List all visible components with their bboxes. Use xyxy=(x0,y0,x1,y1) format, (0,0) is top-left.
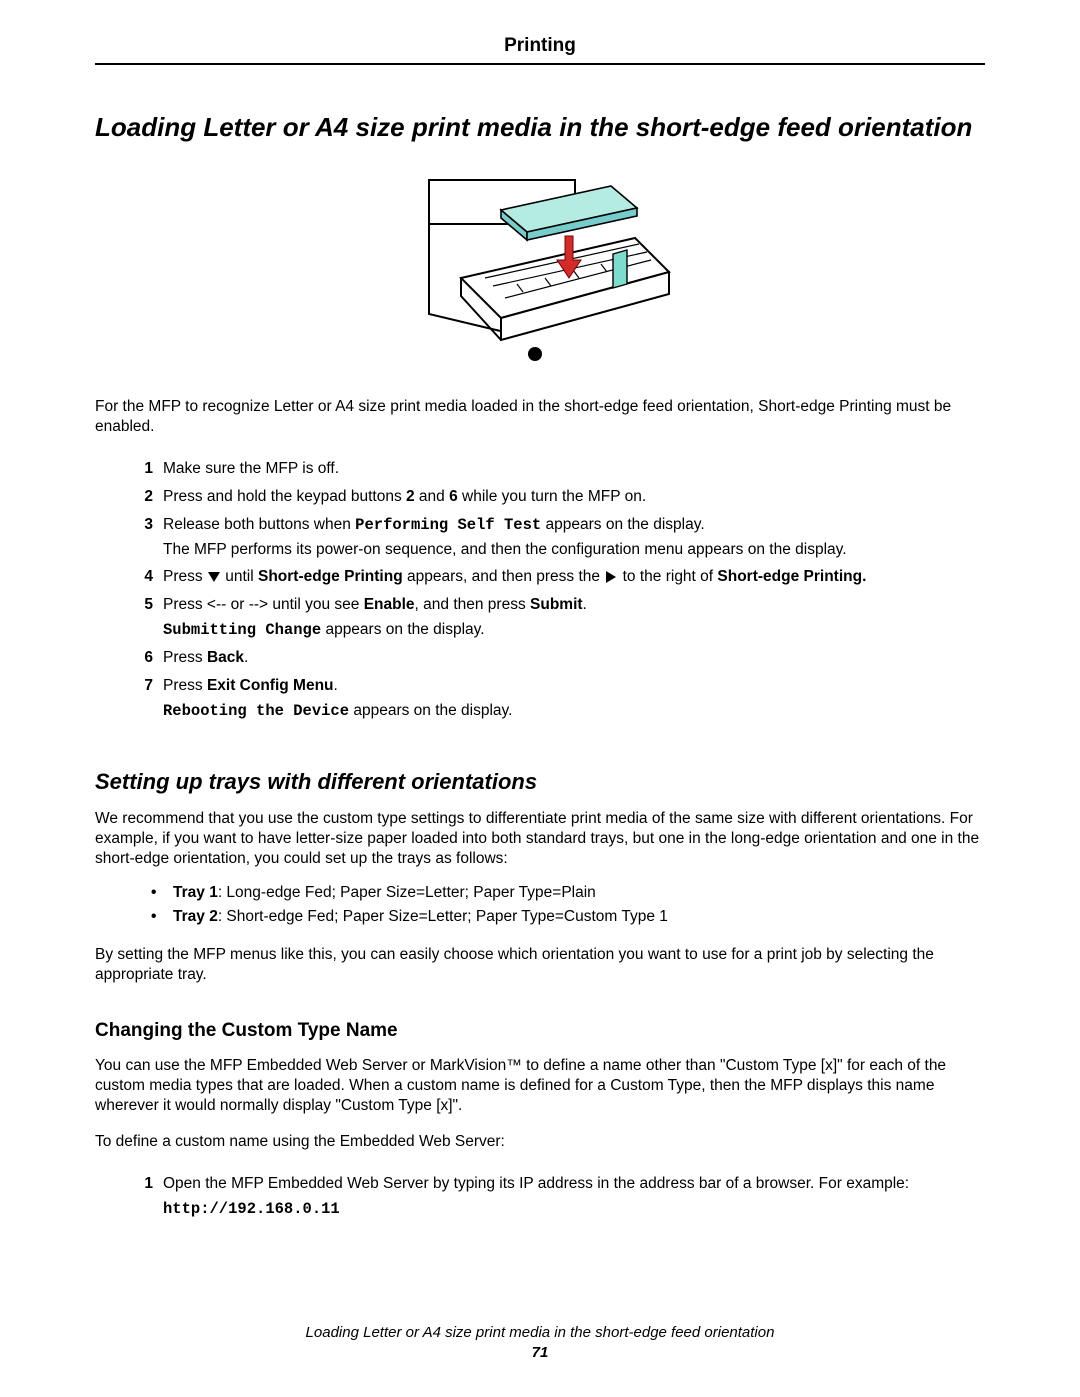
step-text: Release both buttons when Performing Sel… xyxy=(163,515,985,536)
step-1: 1 Make sure the MFP is off. xyxy=(131,459,985,480)
step-2: 2 Press and hold the keypad buttons 2 an… xyxy=(131,487,985,508)
section-heading-custom-type: Changing the Custom Type Name xyxy=(95,1020,985,1042)
procedure-steps: 1 Make sure the MFP is off. 2 Press and … xyxy=(131,459,985,729)
step-number: 7 xyxy=(131,676,153,697)
main-heading: Loading Letter or A4 size print media in… xyxy=(95,111,985,144)
step-4: 4 Press until Short-edge Printing appear… xyxy=(131,567,985,588)
step-3: 3 Release both buttons when Performing S… xyxy=(131,515,985,561)
step-subtext: The MFP performs its power-on sequence, … xyxy=(163,540,985,561)
section3-steps: 1 Open the MFP Embedded Web Server by ty… xyxy=(131,1174,985,1227)
step-text: Open the MFP Embedded Web Server by typi… xyxy=(163,1174,985,1195)
step-number: 5 xyxy=(131,595,153,616)
step-text: Press until Short-edge Printing appears,… xyxy=(163,567,985,588)
list-item: Tray 2: Short-edge Fed; Paper Size=Lette… xyxy=(151,907,985,928)
step-code: http://192.168.0.11 xyxy=(163,1199,985,1220)
page-footer: Loading Letter or A4 size print media in… xyxy=(95,1283,985,1362)
step-text: Press Back. xyxy=(163,648,985,669)
section-title: Printing xyxy=(95,35,985,63)
list-item: Tray 1: Long-edge Fed; Paper Size=Letter… xyxy=(151,883,985,904)
step-6: 6 Press Back. xyxy=(131,648,985,669)
section2-para2: By setting the MFP menus like this, you … xyxy=(95,945,985,985)
step-number: 2 xyxy=(131,487,153,508)
step-number: 6 xyxy=(131,648,153,669)
section-heading-trays: Setting up trays with different orientat… xyxy=(95,769,985,795)
down-triangle-icon xyxy=(207,570,221,584)
header-divider xyxy=(95,63,985,65)
page-number: 71 xyxy=(95,1343,985,1363)
step-text: Press <-- or --> until you see Enable, a… xyxy=(163,595,985,616)
step-text: Press Exit Config Menu. xyxy=(163,676,985,697)
tray-illustration xyxy=(405,166,675,366)
right-triangle-icon xyxy=(604,570,618,584)
step-subtext: Submitting Change appears on the display… xyxy=(163,620,985,641)
step-number: 4 xyxy=(131,567,153,588)
step-text: Press and hold the keypad buttons 2 and … xyxy=(163,487,985,508)
section3-para1: You can use the MFP Embedded Web Server … xyxy=(95,1056,985,1116)
step-7: 7 Press Exit Config Menu. Rebooting the … xyxy=(131,676,985,722)
step-5: 5 Press <-- or --> until you see Enable,… xyxy=(131,595,985,641)
illustration-container xyxy=(95,166,985,371)
step-subtext: Rebooting the Device appears on the disp… xyxy=(163,701,985,722)
tray-bullet-list: Tray 1: Long-edge Fed; Paper Size=Letter… xyxy=(151,883,985,931)
step-number: 1 xyxy=(131,1174,153,1195)
s3-step-1: 1 Open the MFP Embedded Web Server by ty… xyxy=(131,1174,985,1220)
step-text: Make sure the MFP is off. xyxy=(163,459,985,480)
section2-para1: We recommend that you use the custom typ… xyxy=(95,809,985,869)
step-number: 3 xyxy=(131,515,153,536)
page-header: Printing xyxy=(95,35,985,65)
footer-caption: Loading Letter or A4 size print media in… xyxy=(95,1323,985,1343)
document-page: Printing Loading Letter or A4 size print… xyxy=(0,0,1080,1397)
section3-para2: To define a custom name using the Embedd… xyxy=(95,1132,985,1152)
step-number: 1 xyxy=(131,459,153,480)
intro-paragraph: For the MFP to recognize Letter or A4 si… xyxy=(95,397,985,437)
